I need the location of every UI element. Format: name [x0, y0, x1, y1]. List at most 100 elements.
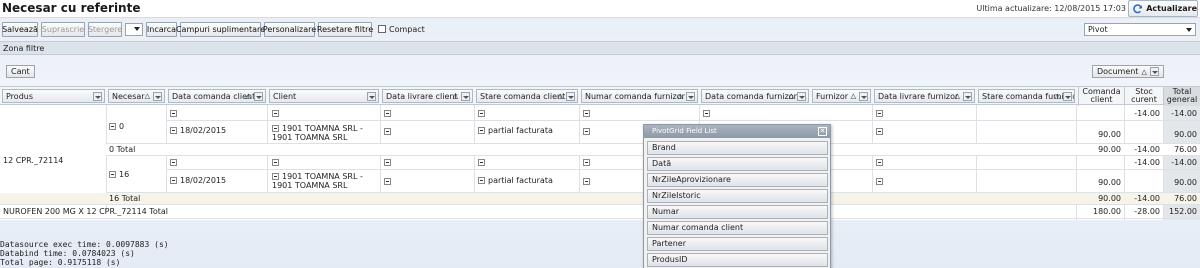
- filter-dropdown-icon[interactable]: [566, 92, 575, 101]
- header-numar-comanda-furnizor[interactable]: Numar comanda furnizor △: [581, 89, 698, 103]
- close-icon[interactable]: ✕: [818, 127, 827, 136]
- refresh-button[interactable]: Actualizare: [1128, 0, 1198, 17]
- sort-icon: △: [144, 92, 150, 100]
- collapse-icon[interactable]: [272, 159, 279, 166]
- field-item-brand[interactable]: Brand: [647, 141, 828, 155]
- cell-stoc-curent: -14.00: [1134, 194, 1160, 203]
- field-item-nrzileistoric[interactable]: NrZileIstoric: [647, 189, 828, 203]
- subtotal-row: 16 Total 90.00 -14.00 76.00: [0, 193, 1200, 204]
- collapse-icon[interactable]: [384, 110, 391, 117]
- cell-stoc-curent: -14.00: [1134, 145, 1160, 154]
- header-furnizor[interactable]: Furnizor △: [812, 89, 871, 103]
- collapse-icon[interactable]: [384, 159, 391, 166]
- filter-dropdown-icon[interactable]: [797, 92, 806, 101]
- collapse-icon[interactable]: [876, 128, 883, 135]
- collapse-icon[interactable]: [272, 110, 279, 117]
- field-item-numar[interactable]: Numar: [647, 205, 828, 219]
- header-stare-comanda-client[interactable]: Stare comanda client △: [476, 89, 578, 103]
- collapse-icon[interactable]: [703, 110, 710, 117]
- header-produs[interactable]: Produs: [2, 89, 105, 103]
- table-row: 18/02/2015 1901 TOAMNA SRL - 1901 TOAMNA…: [0, 170, 1200, 192]
- pivot-grid: Produs Necesar △ Data comanda client △ Cli…: [0, 86, 1200, 220]
- header-data-comanda-client[interactable]: Data comanda client △: [168, 89, 266, 103]
- collapse-icon[interactable]: [478, 159, 485, 166]
- collapse-icon[interactable]: [583, 128, 590, 135]
- collapse-icon[interactable]: [478, 110, 485, 117]
- cell-comanda-client: 180.00: [1093, 207, 1121, 216]
- reset-filters-button[interactable]: Resetare filtre: [317, 22, 373, 37]
- subtotal-label: 0 Total: [109, 145, 136, 154]
- cell-comanda-client: 90.00: [1098, 145, 1121, 154]
- data-field-chip[interactable]: Cant: [6, 65, 35, 78]
- save-button[interactable]: Salvează: [2, 22, 38, 37]
- cell-comanda-client: 90.00: [1098, 194, 1121, 203]
- field-item-data[interactable]: Dată: [647, 157, 828, 171]
- table-row: -14.00 -14.00: [0, 108, 1200, 120]
- field-item-numar-comanda-client[interactable]: Numar comanda client: [647, 221, 828, 235]
- column-field-chip[interactable]: Document △: [1092, 65, 1164, 78]
- collapse-icon[interactable]: [272, 173, 279, 180]
- grid-line: [166, 120, 1200, 121]
- header-stare-comanda-furnizor[interactable]: Stare comanda furnizor △: [978, 89, 1075, 103]
- view-mode-select[interactable]: Pivot: [1084, 23, 1196, 36]
- header-client[interactable]: Client: [269, 89, 379, 103]
- collapse-icon[interactable]: [583, 110, 590, 117]
- saved-view-select[interactable]: [125, 23, 143, 36]
- toolbar: Salvează Suprascrie Stergere Incarca Cam…: [0, 22, 1200, 38]
- header-necesar[interactable]: Necesar △: [108, 89, 165, 103]
- extra-fields-button[interactable]: Campuri suplimentare: [176, 22, 265, 37]
- filter-dropdown-icon[interactable]: [1149, 67, 1159, 76]
- collapse-icon[interactable]: [876, 110, 883, 117]
- collapse-icon[interactable]: [170, 177, 177, 184]
- compact-checkbox[interactable]: [378, 25, 386, 33]
- load-button[interactable]: Incarca: [146, 22, 177, 37]
- filter-dropdown-icon[interactable]: [367, 92, 376, 101]
- collapse-icon[interactable]: [583, 159, 590, 166]
- sort-icon: △: [245, 92, 251, 100]
- column-field-label: Document: [1097, 67, 1139, 76]
- filter-zone-label: Zona filtre: [3, 44, 45, 53]
- field-list-title[interactable]: PivotGrid Field List: [644, 125, 830, 138]
- overwrite-button[interactable]: Suprascrie: [41, 22, 85, 37]
- filter-dropdown-icon[interactable]: [254, 92, 263, 101]
- collapse-icon[interactable]: [384, 178, 391, 185]
- table-row: -14.00 -14.00: [0, 157, 1200, 169]
- collapse-icon[interactable]: [876, 178, 883, 185]
- filter-dropdown-icon[interactable]: [686, 92, 695, 101]
- field-item-nrzileaprovizionare[interactable]: NrZileAprovizionare: [647, 173, 828, 187]
- grand-total-row: NUROFEN 200 MG X 12 CPR._72114 Total 180…: [0, 206, 1200, 218]
- sort-icon: △: [1141, 67, 1147, 76]
- delete-button[interactable]: Stergere: [88, 22, 122, 37]
- sort-icon: △: [788, 92, 794, 100]
- collapse-icon[interactable]: [478, 127, 485, 134]
- collapse-icon[interactable]: [170, 110, 177, 117]
- sort-icon: △: [1054, 92, 1060, 100]
- filter-dropdown-icon[interactable]: [93, 92, 102, 101]
- collapse-icon[interactable]: [272, 125, 279, 132]
- cell-total-general: 90.00: [1174, 178, 1197, 187]
- collapse-icon[interactable]: [583, 178, 590, 185]
- collapse-icon[interactable]: [876, 159, 883, 166]
- cell-data-comanda-client: 18/02/2015: [170, 176, 226, 185]
- collapse-icon[interactable]: [170, 159, 177, 166]
- cell-total-general: -14.00: [1171, 158, 1197, 167]
- cell-stare-comanda-client: partial facturata: [478, 176, 553, 185]
- cell-comanda-client: 90.00: [1098, 130, 1121, 139]
- field-item-partener[interactable]: Partener: [647, 237, 828, 251]
- header-data-comanda-furnizor[interactable]: Data comanda furnizor △: [701, 89, 809, 103]
- header-data-livrare-furnizor[interactable]: Data livrare furnizor △: [874, 89, 975, 103]
- filter-dropdown-icon[interactable]: [1063, 92, 1072, 101]
- filter-dropdown-icon[interactable]: [859, 92, 868, 101]
- collapse-icon[interactable]: [384, 128, 391, 135]
- header-data-livrare-client[interactable]: Data livrare client △: [382, 89, 473, 103]
- sort-icon: △: [452, 92, 458, 100]
- filter-dropdown-icon[interactable]: [461, 92, 470, 101]
- customize-button[interactable]: Personalizare: [263, 22, 316, 37]
- filter-dropdown-icon[interactable]: [963, 92, 972, 101]
- field-item-produsid[interactable]: ProdusID: [647, 253, 828, 267]
- grand-total-label: NUROFEN 200 MG X 12 CPR._72114 Total: [3, 207, 168, 216]
- collapse-icon[interactable]: [170, 127, 177, 134]
- cell-total-general: 76.00: [1174, 194, 1197, 203]
- collapse-icon[interactable]: [478, 177, 485, 184]
- filter-dropdown-icon[interactable]: [153, 92, 162, 101]
